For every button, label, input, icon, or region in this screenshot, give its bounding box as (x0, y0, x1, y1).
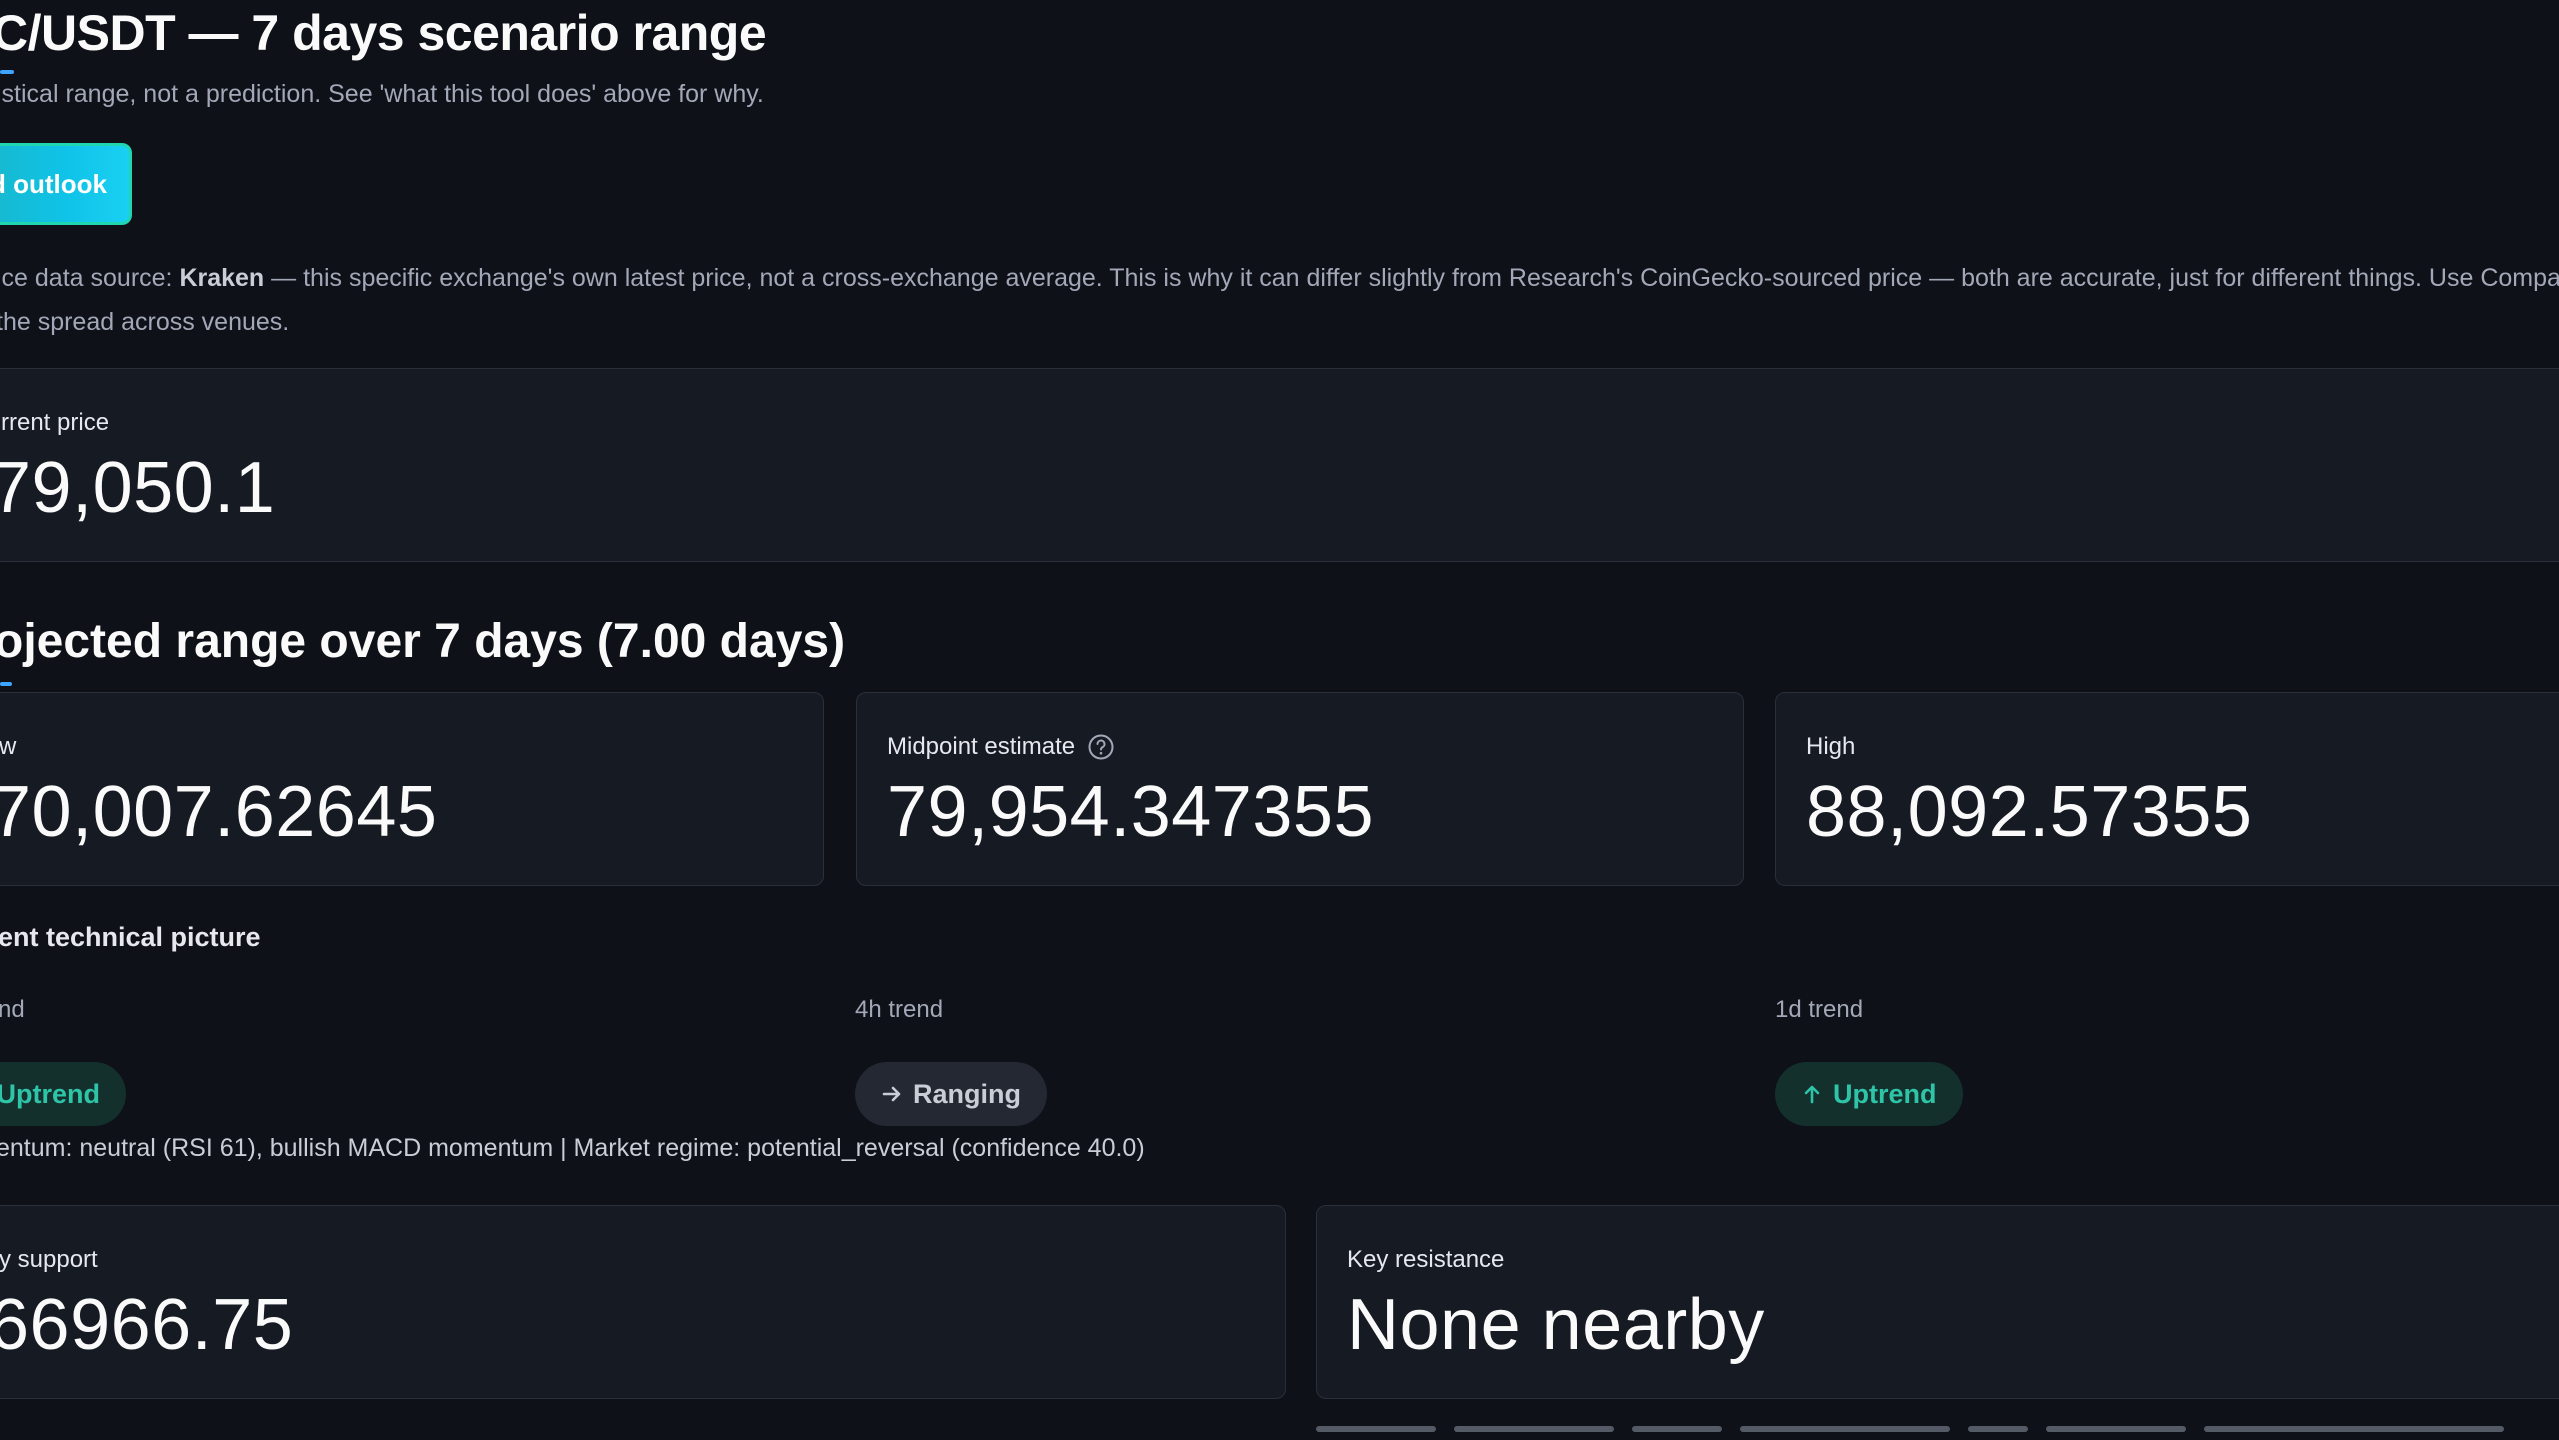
trend-status-1d: Uptrend (1833, 1078, 1937, 1109)
key-support-card: y support 66966.75 (0, 1205, 1286, 1399)
current-price-card: rrent price 79,050.1 (0, 368, 2559, 562)
price-source-note: ice data source: Kraken — this specific … (0, 256, 2559, 344)
source-exchange: Kraken (179, 264, 265, 292)
midpoint-value: 79,954.347355 (887, 772, 1374, 852)
current-price-label: rrent price (1, 409, 110, 436)
high-value: 88,092.57355 (1806, 772, 2253, 852)
help-circle-icon[interactable] (1087, 733, 1115, 761)
projected-range-heading: ojected range over 7 days (7.00 days) (0, 615, 846, 668)
trend-label-4h: 4h trend (855, 996, 944, 1023)
low-value: 70,007.62645 (0, 772, 438, 852)
high-label: High (1806, 733, 1856, 760)
key-resistance-label: Key resistance (1347, 1246, 1505, 1273)
trend-status-4h: Ranging (913, 1078, 1021, 1109)
trend-status-1: Uptrend (0, 1078, 100, 1109)
trend-label-1: nd (0, 996, 25, 1023)
trend-badge-4h: Ranging (855, 1062, 1047, 1126)
current-price-value: 79,050.1 (0, 448, 276, 528)
low-card: w 70,007.62645 (0, 692, 824, 886)
section-accent-bar (0, 682, 12, 686)
key-support-value: 66966.75 (0, 1285, 294, 1365)
key-resistance-value: None nearby (1347, 1285, 1765, 1365)
source-line-1-rest: — this specific exchange's own latest pr… (264, 264, 2559, 292)
key-support-label: y support (0, 1246, 98, 1273)
outlook-button[interactable]: d outlook (0, 143, 132, 225)
cut-off-text-fragment (1316, 1426, 2559, 1440)
high-card: High 88,092.57355 (1775, 692, 2559, 886)
low-label: w (0, 733, 17, 760)
outlook-button-label: d outlook (0, 168, 107, 199)
trend-badge-1d: Uptrend (1775, 1062, 1963, 1126)
source-line-2: the spread across venues. (0, 308, 290, 336)
page-subtitle: istical range, not a prediction. See 'wh… (0, 80, 764, 108)
momentum-summary: entum: neutral (RSI 61), bullish MACD mo… (0, 1134, 1145, 1162)
midpoint-label: Midpoint estimate (887, 733, 1076, 760)
source-prefix: ice data source: (0, 264, 180, 292)
source-line-1: ice data source: Kraken — this specific … (0, 256, 2559, 300)
title-accent-bar (0, 70, 14, 74)
trend-badge-1: Uptrend (0, 1062, 126, 1126)
page: C/USDT — 7 days scenario range istical r… (0, 0, 2559, 1440)
key-resistance-card: Key resistance None nearby (1316, 1205, 2559, 1399)
arrow-right-icon (881, 1083, 903, 1105)
midpoint-card: Midpoint estimate 79,954.347355 (856, 692, 1744, 886)
arrow-up-icon (1801, 1083, 1823, 1105)
midpoint-label-row: Midpoint estimate (887, 733, 1115, 761)
technical-picture-title: ent technical picture (0, 922, 261, 952)
page-title: C/USDT — 7 days scenario range (0, 5, 767, 61)
trend-label-1d: 1d trend (1775, 996, 1864, 1023)
